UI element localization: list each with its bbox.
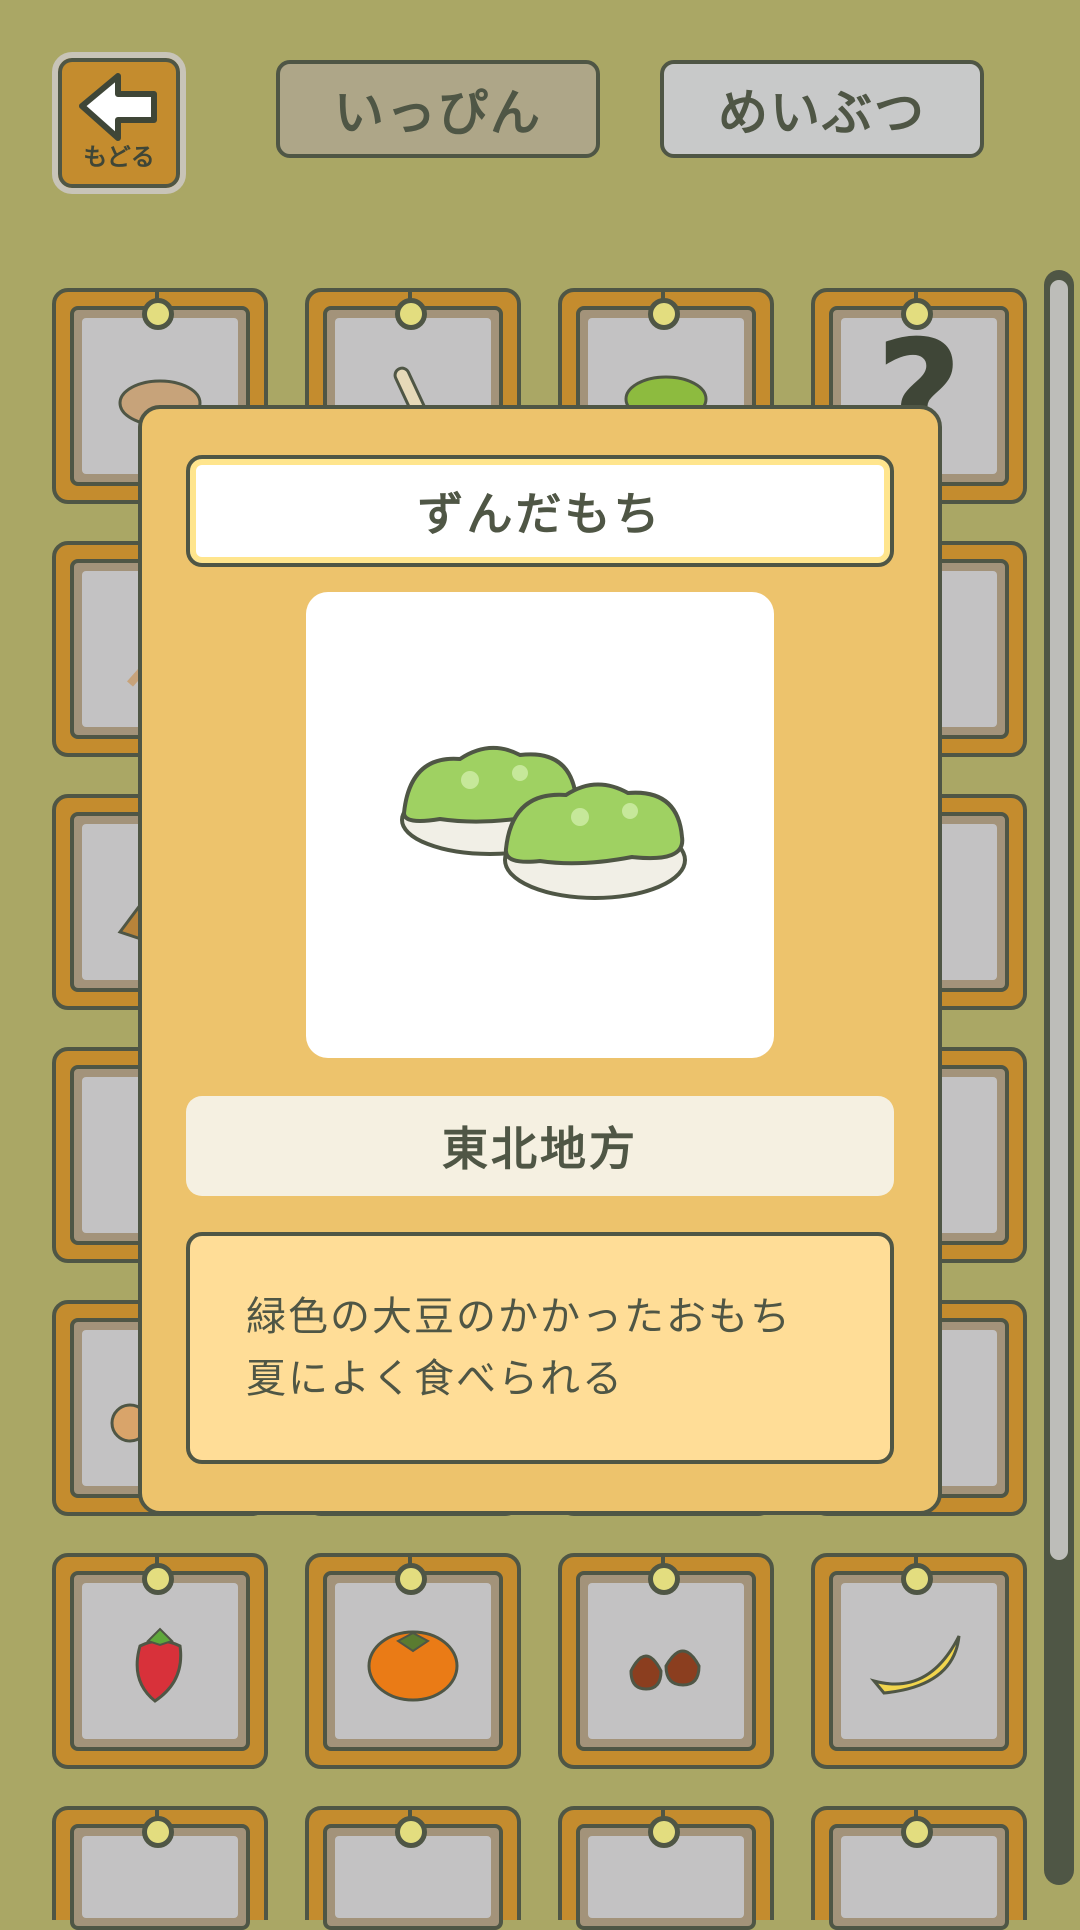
- description-line-2: 夏によく食べられる: [246, 1356, 624, 1402]
- tab-meibutsu[interactable]: めいぶつ: [660, 60, 984, 158]
- item-name: ずんだもち: [186, 455, 894, 567]
- collection-card[interactable]: [558, 1806, 774, 1930]
- item-description: 緑色の大豆のかかったおもち 夏によく食べられる: [186, 1232, 894, 1464]
- strawberry-icon: [135, 1627, 183, 1703]
- item-image: [306, 592, 774, 1058]
- collection-card[interactable]: [305, 1553, 521, 1769]
- description-line-1: 緑色の大豆のかかったおもち: [246, 1294, 792, 1340]
- item-region: 東北地方: [186, 1096, 894, 1196]
- zunda-mochi-icon: [400, 745, 687, 900]
- chestnut-icon: [629, 1649, 701, 1691]
- persimmon-icon: [367, 1630, 459, 1702]
- tab-ippin[interactable]: いっぴん: [276, 60, 600, 158]
- collection-card[interactable]: [305, 1806, 521, 1930]
- back-button[interactable]: もどる: [52, 52, 186, 194]
- collection-card[interactable]: [52, 1553, 268, 1769]
- collection-card[interactable]: [811, 1806, 1027, 1930]
- collection-card[interactable]: [558, 1553, 774, 1769]
- back-label: もどる: [83, 143, 155, 171]
- banana-icon: [869, 1635, 961, 1695]
- scrollbar-thumb[interactable]: [1050, 280, 1068, 1560]
- collection-card[interactable]: [811, 1553, 1027, 1769]
- collection-card[interactable]: [52, 1806, 268, 1930]
